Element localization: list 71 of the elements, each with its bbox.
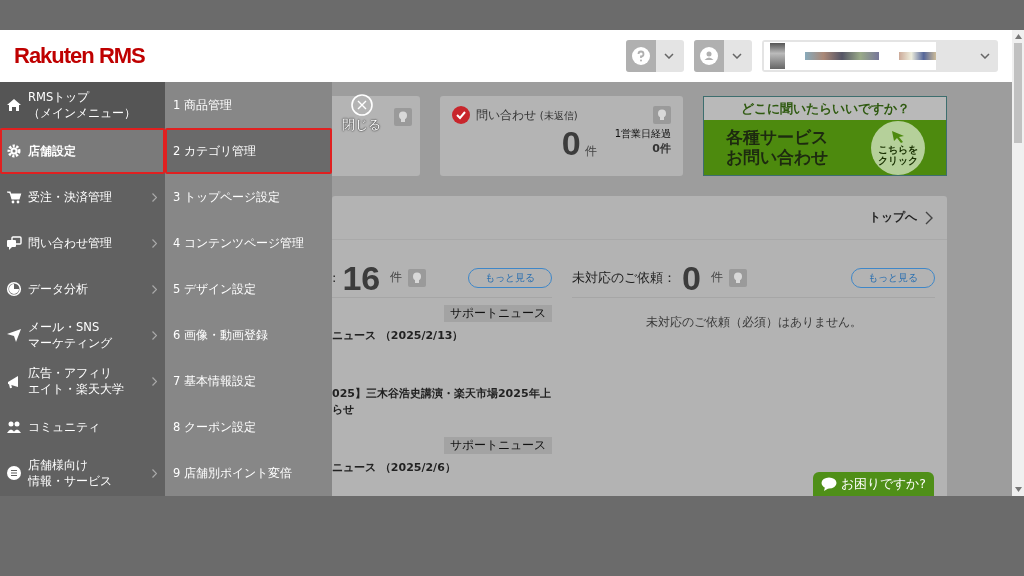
menu-item[interactable]: 問い合わせ管理 <box>0 220 165 266</box>
menu-item[interactable]: 店舗様向け 情報・サービス <box>0 450 165 496</box>
menu-item[interactable]: 店舗設定 <box>0 128 165 174</box>
help-icon <box>632 47 650 65</box>
check-icon <box>452 106 470 124</box>
cart-icon <box>6 189 22 205</box>
empty-message: 未対応のご依頼（必須）はありません。 <box>644 314 863 331</box>
news-title[interactable]: ニュース （2025/2/13） <box>332 328 552 344</box>
chevron-right-icon <box>925 210 933 225</box>
count-unit: 件 <box>584 143 597 160</box>
lightbulb-icon[interactable] <box>408 268 427 287</box>
submenu-item[interactable]: 1 商品管理 <box>165 82 332 128</box>
lightbulb-icon[interactable] <box>653 106 671 124</box>
scroll-down-icon[interactable] <box>1014 487 1022 492</box>
submenu-item[interactable]: 9 店舗別ポイント変倍 <box>165 450 332 496</box>
caret-icon <box>664 53 674 59</box>
home-icon <box>6 97 22 113</box>
submenu-item[interactable]: 3 トップページ設定 <box>165 174 332 220</box>
chat-bubbles-icon <box>6 235 22 251</box>
list-icon <box>6 465 22 481</box>
caret-icon <box>732 53 742 59</box>
logo[interactable]: Rakuten RMS <box>14 43 145 69</box>
menu-item[interactable]: メール・SNS マーケティング <box>0 312 165 358</box>
menu-item[interactable]: 受注・決済管理 <box>0 174 165 220</box>
lightbulb-icon[interactable] <box>728 268 747 287</box>
close-icon <box>350 94 373 116</box>
menu-item[interactable]: RMSトップ （メインメニュー） <box>0 82 165 128</box>
menu-item[interactable]: 広告・アフィリ エイト・楽天大学 <box>0 358 165 404</box>
banner-question: どこに聞いたらいいですか？ <box>704 97 946 120</box>
submenu-item[interactable]: 4 コンテンツページ管理 <box>165 220 332 266</box>
card-title: 問い合わせ (未返信) <box>476 106 578 124</box>
scrollbar[interactable] <box>1012 30 1024 496</box>
scroll-thumb[interactable] <box>1014 43 1022 143</box>
user-icon <box>700 47 718 65</box>
account-selector[interactable] <box>762 40 998 72</box>
pending-count: 16 <box>342 260 381 295</box>
submenu-item[interactable]: 5 デザイン設定 <box>165 266 332 312</box>
help-banner[interactable]: どこに聞いたらいいですか？ 各種サービス お問い合わせ こちらを クリック <box>703 96 947 176</box>
paper-plane-icon <box>6 327 22 343</box>
overdue-count: 0件 <box>652 141 671 156</box>
news-title[interactable]: ニュース （2025/2/6） <box>332 460 552 476</box>
pie-chart-icon <box>6 281 22 297</box>
submenu-item[interactable]: 8 クーポン設定 <box>165 404 332 450</box>
count-unit: 件 <box>710 269 723 286</box>
count-prefix: : <box>332 270 337 285</box>
count-label: 未対応のご依頼： <box>572 268 676 287</box>
submenu-item[interactable]: 2 カテゴリ管理 <box>165 128 332 174</box>
menu-item[interactable]: コミュニティ <box>0 404 165 450</box>
lightbulb-icon[interactable] <box>394 108 412 126</box>
banner-text: 各種サービス お問い合わせ <box>725 127 828 168</box>
news-title[interactable]: 025】三木谷浩史講演・楽天市場2025年上 らせ <box>332 386 552 418</box>
click-badge[interactable]: こちらを クリック <box>870 120 925 175</box>
speech-bubble-icon <box>821 477 838 491</box>
news-tag: サポートニュース <box>444 305 552 322</box>
inquiry-count: 0 <box>561 126 581 160</box>
overdue-label: 1営業日経過 <box>614 127 671 141</box>
help-chat-button[interactable]: お困りですか? <box>813 472 934 496</box>
top-link[interactable]: トップへ <box>869 210 933 225</box>
menu-item[interactable]: データ分析 <box>0 266 165 312</box>
caret-icon <box>980 53 990 59</box>
gear-icon <box>6 143 22 159</box>
submenu-item[interactable]: 6 画像・動画登録 <box>165 312 332 358</box>
scroll-up-icon[interactable] <box>1014 34 1022 39</box>
pending-count: 0 <box>682 260 701 295</box>
submenu-item[interactable]: 7 基本情報設定 <box>165 358 332 404</box>
help-button[interactable] <box>626 40 684 72</box>
cursor-arrow-icon <box>889 129 906 144</box>
people-icon <box>6 419 22 435</box>
user-button[interactable] <box>694 40 752 72</box>
count-unit: 件 <box>390 269 403 286</box>
news-tag: サポートニュース <box>444 437 552 454</box>
